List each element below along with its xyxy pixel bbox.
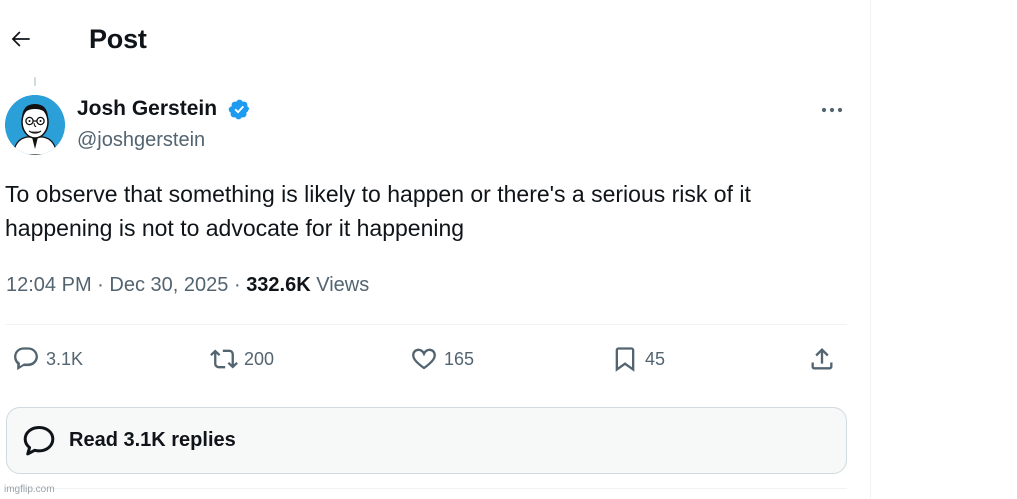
tweet-date[interactable]: Dec 30, 2025 bbox=[109, 274, 228, 296]
divider bbox=[5, 324, 847, 325]
repost-icon bbox=[210, 349, 238, 369]
tweet-text: To observe that something is likely to h… bbox=[5, 181, 751, 241]
reply-icon bbox=[14, 347, 38, 371]
meta-separator: · bbox=[233, 274, 241, 296]
repost-count: 200 bbox=[244, 349, 275, 369]
post-page: Post Josh Gerstein @joshgerstein To obse… bbox=[0, 0, 1017, 499]
bookmark-count: 45 bbox=[645, 349, 666, 369]
divider bbox=[5, 488, 847, 489]
chat-bubble-icon bbox=[23, 425, 55, 455]
share-button[interactable] bbox=[808, 343, 836, 375]
reply-button[interactable]: 3.1K bbox=[12, 343, 83, 375]
share-icon bbox=[811, 348, 833, 370]
repost-button[interactable]: 200 bbox=[210, 343, 274, 375]
reply-count: 3.1K bbox=[46, 349, 84, 369]
page-title: Post bbox=[89, 24, 147, 54]
watermark: imgflip.com bbox=[4, 484, 55, 495]
like-button[interactable]: 165 bbox=[410, 343, 474, 375]
thread-connector bbox=[34, 77, 36, 86]
views-label: Views bbox=[316, 274, 370, 296]
read-replies-button[interactable]: Read 3.1K replies bbox=[6, 407, 847, 474]
author-handle[interactable]: @joshgerstein bbox=[77, 127, 205, 153]
avatar[interactable] bbox=[5, 95, 65, 155]
more-options-button[interactable] bbox=[818, 98, 846, 122]
like-count: 165 bbox=[444, 349, 475, 369]
views-count: 332.6K bbox=[246, 274, 311, 296]
bookmark-button[interactable]: 45 bbox=[611, 343, 665, 375]
read-replies-label: Read 3.1K replies bbox=[69, 429, 236, 451]
author-name[interactable]: Josh Gerstein bbox=[77, 96, 217, 122]
column-border bbox=[870, 0, 871, 499]
more-dots-icon bbox=[821, 107, 843, 113]
verified-badge-icon bbox=[228, 99, 250, 120]
meta-separator: · bbox=[97, 274, 104, 296]
bookmark-icon bbox=[615, 347, 635, 372]
tweet-meta: 12:04 PM · Dec 30, 2025 · 332.6K Views bbox=[6, 271, 369, 299]
heart-icon bbox=[412, 348, 436, 370]
author-caricature-image bbox=[5, 95, 65, 155]
back-button[interactable] bbox=[4, 22, 38, 56]
arrow-left-icon bbox=[11, 31, 30, 47]
tweet-time[interactable]: 12:04 PM bbox=[6, 274, 92, 296]
